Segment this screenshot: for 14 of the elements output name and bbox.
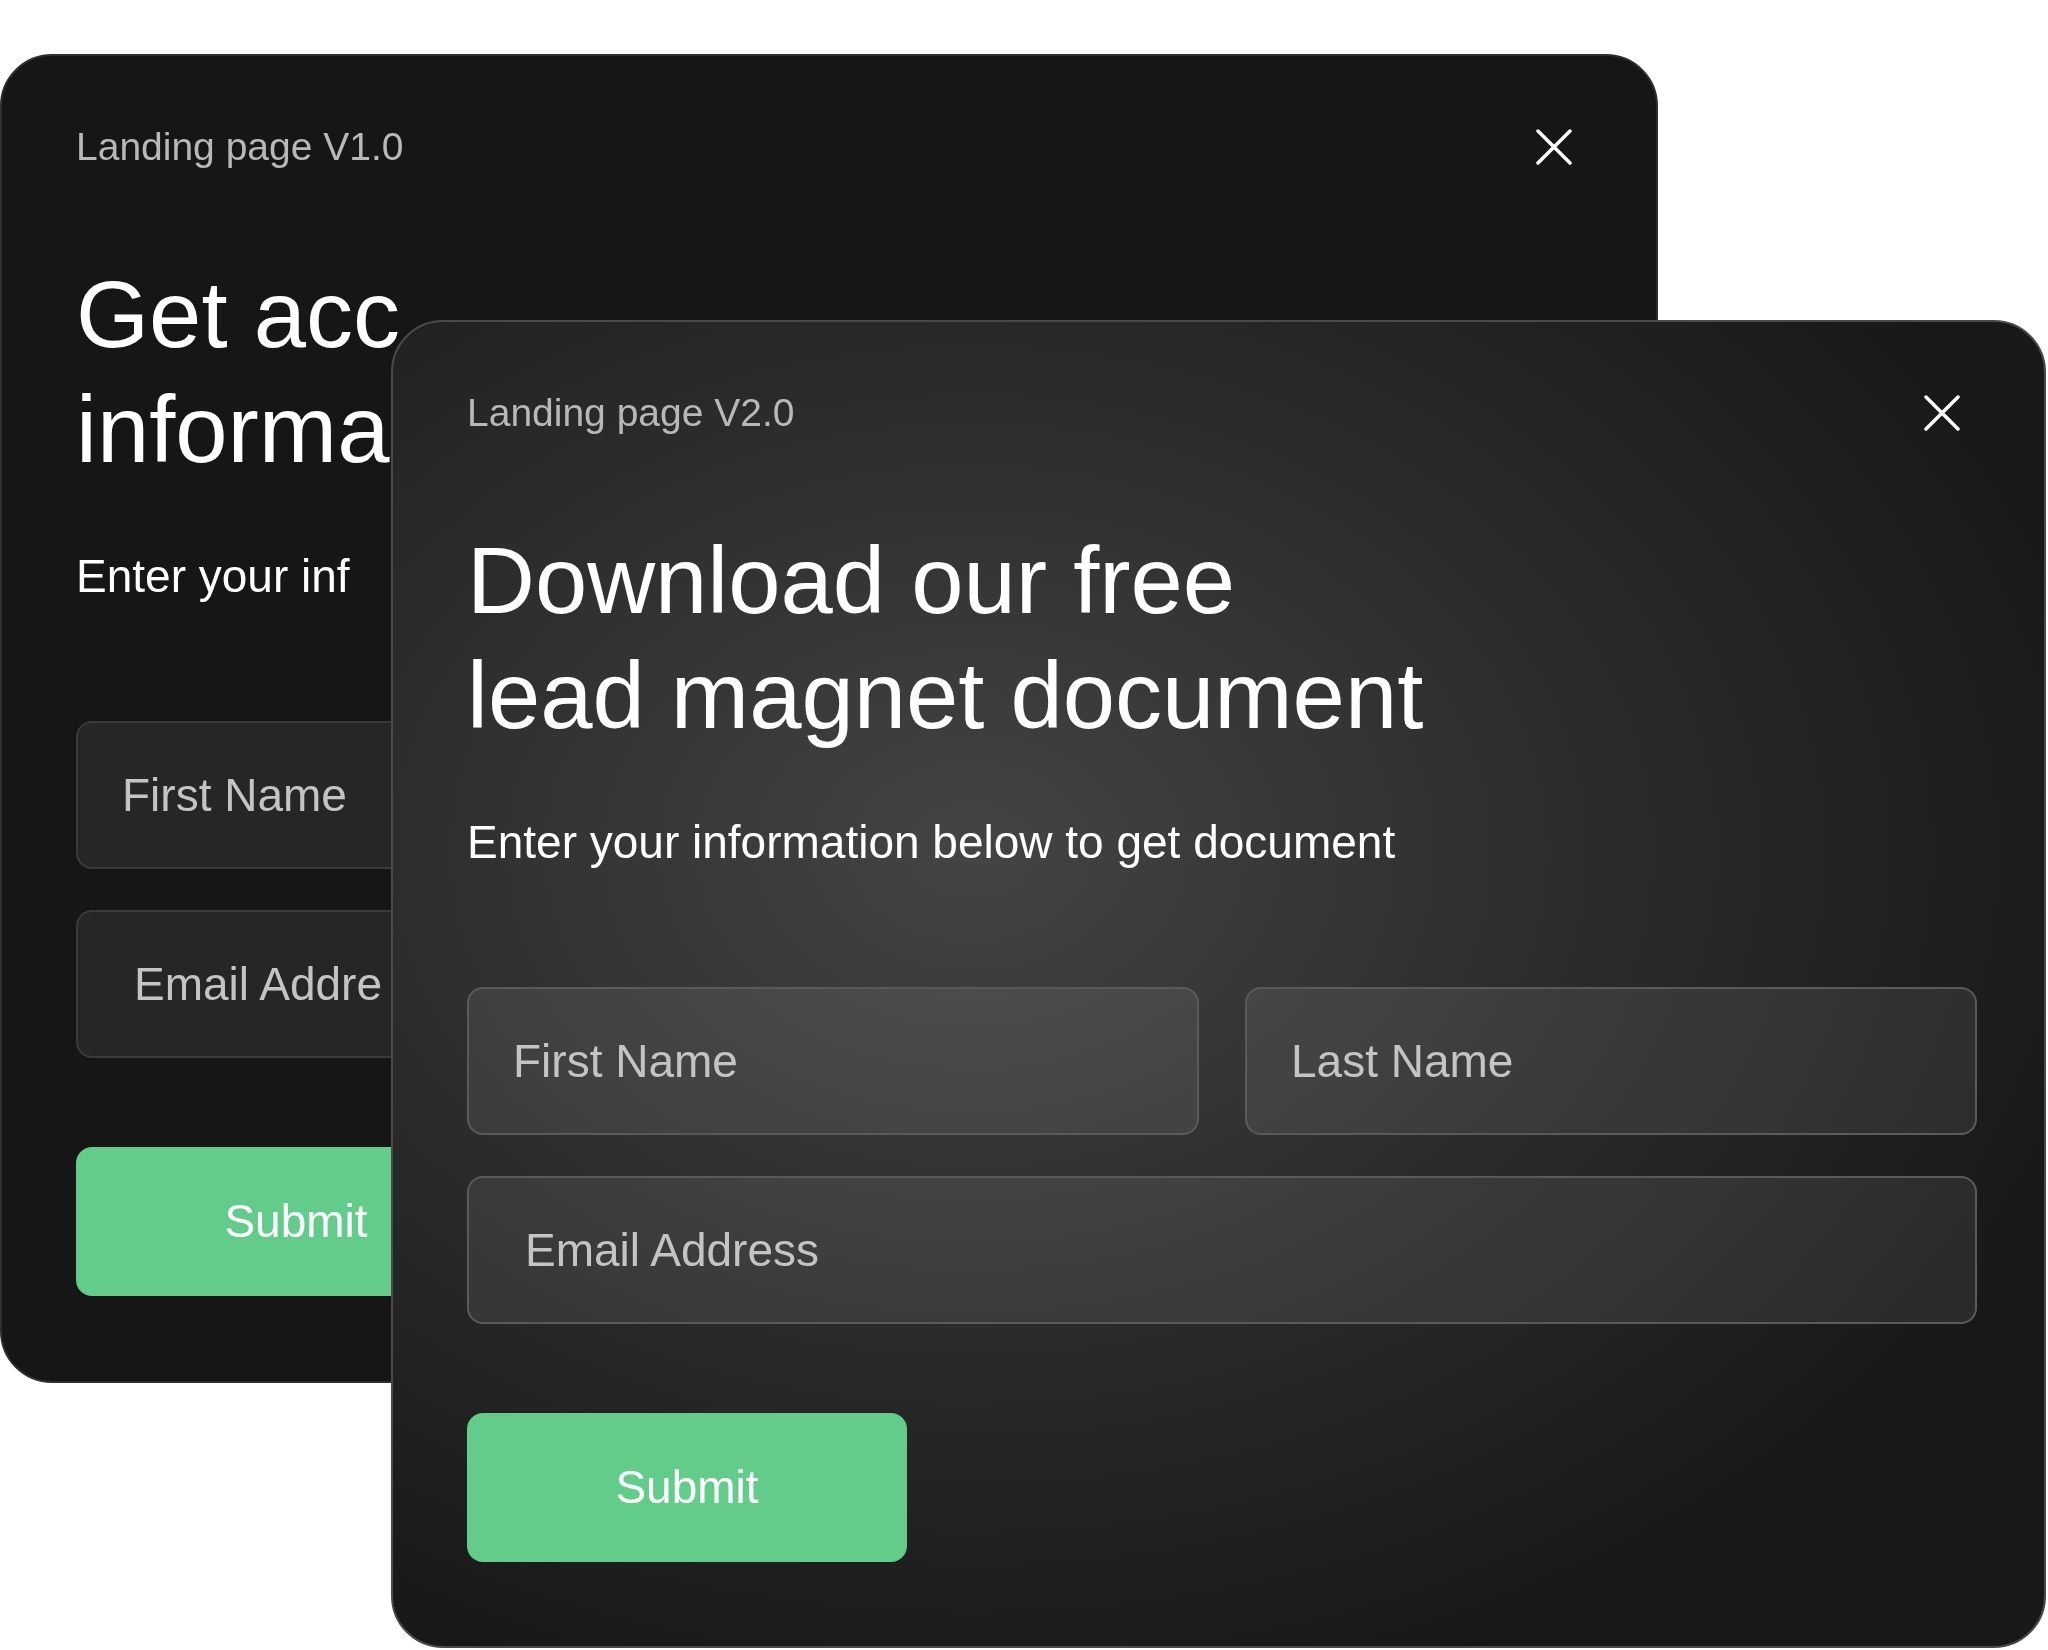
window-title: Landing page V2.0 [467,390,795,436]
input-field[interactable]: Last Name [1245,987,1977,1135]
heading-line: informa [76,376,390,484]
subtitle: Enter your inf [76,549,350,604]
input-field[interactable]: Email Address [467,1176,1977,1324]
heading-line: lead magnet document [467,642,1424,750]
close-icon[interactable] [1536,129,1572,165]
heading-line: Get acc [76,261,400,369]
heading-line: Download our free [467,527,1236,635]
subtitle: Enter your information below to get document [467,815,1396,870]
submit-button[interactable]: Submit [467,1413,907,1562]
window-title: Landing page V1.0 [76,124,404,170]
close-icon[interactable] [1924,395,1960,431]
input-field[interactable]: First Name [467,987,1199,1135]
